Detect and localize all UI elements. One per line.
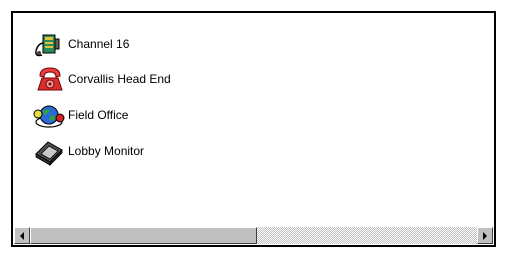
globe-network-icon [32, 100, 66, 130]
channel-transmitter-icon [32, 29, 66, 59]
list-item-field-office[interactable]: Field Office [32, 100, 128, 130]
scroll-left-arrow-icon [20, 231, 24, 240]
red-telephone-icon [32, 64, 66, 94]
monitor-display-icon [32, 136, 66, 166]
scroll-right-arrow-icon [483, 231, 487, 240]
list-item-channel-16[interactable]: Channel 16 [32, 29, 129, 59]
list-item-label: Corvallis Head End [68, 72, 171, 86]
horizontal-scrollbar-thumb[interactable] [30, 227, 257, 244]
scroll-left-button[interactable] [14, 227, 30, 244]
list-item-label: Field Office [68, 108, 129, 122]
list-item-lobby-monitor[interactable]: Lobby Monitor [32, 136, 144, 166]
list-item-label: Channel 16 [68, 37, 130, 51]
list-item-label: Lobby Monitor [68, 144, 145, 158]
scroll-right-button[interactable] [477, 227, 493, 244]
list-item-corvallis-head-end[interactable]: Corvallis Head End [32, 64, 171, 94]
destination-list: Channel 16 Corvallis Head End Field Offi… [13, 13, 494, 226]
destination-list-panel: Channel 16 Corvallis Head End Field Offi… [11, 11, 496, 247]
